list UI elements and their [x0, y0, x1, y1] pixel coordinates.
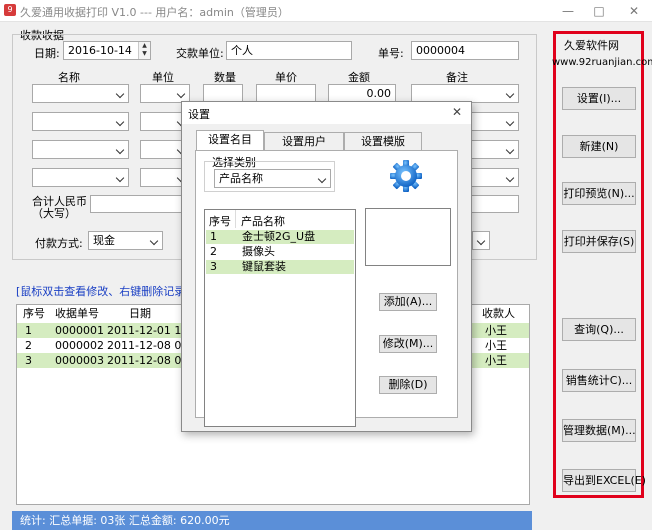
row-seq: 3	[25, 354, 32, 367]
row-payee: 小王	[485, 354, 507, 367]
brand-url: www.92ruanjian.com	[552, 57, 652, 68]
col-amount-header: 金额	[348, 71, 370, 84]
window-title: 久爱通用收据打印 V1.0 --- 用户名：admin（管理员）	[20, 6, 289, 19]
col-unit-header: 单位	[152, 71, 174, 84]
records-col-payee: 收款人	[482, 307, 515, 320]
payment-method-combo[interactable]: 现金	[88, 231, 163, 250]
item-name: 摄像头	[242, 245, 275, 258]
item-name-combo[interactable]	[32, 112, 129, 131]
tab-templates[interactable]: 设置模版	[344, 132, 422, 150]
list-col-name: 产品名称	[241, 215, 285, 228]
category-combo[interactable]: 产品名称	[214, 169, 331, 188]
print-preview-button[interactable]: 打印预览(N)...	[562, 182, 636, 205]
app-icon: 9	[4, 4, 16, 16]
col-name-header: 名称	[58, 71, 80, 84]
list-item[interactable]: 1 金士顿2G_U盘	[206, 230, 354, 244]
number-input[interactable]: 0000004	[411, 41, 519, 60]
date-label: 日期:	[34, 47, 60, 60]
item-name-combo[interactable]	[32, 140, 129, 159]
gear-icon	[390, 160, 422, 192]
minimize-button[interactable]: —	[556, 3, 580, 19]
item-name: 金士顿2G_U盘	[242, 230, 316, 243]
col-qty-header: 数量	[214, 71, 236, 84]
col-remark-header: 备注	[446, 71, 468, 84]
records-col-no: 收据单号	[55, 307, 99, 320]
number-label: 单号:	[378, 47, 404, 60]
date-spin-icon[interactable]: ▲ ▼	[138, 42, 150, 59]
preview-box	[365, 208, 451, 266]
dialog-title-bar: 设置 ✕	[182, 102, 471, 124]
tab-users[interactable]: 设置用户	[264, 132, 344, 150]
row-no: 0000003	[55, 354, 104, 367]
row-no: 0000001	[55, 324, 104, 337]
payment-label: 付款方式:	[35, 237, 83, 250]
brand-name: 久爱软件网	[564, 39, 619, 52]
row-seq: 2	[25, 339, 32, 352]
new-button[interactable]: 新建(N)	[562, 135, 636, 158]
date-value: 2016-10-14	[68, 44, 132, 57]
sales-stats-button[interactable]: 销售统计C)...	[562, 369, 636, 392]
dialog-title: 设置	[188, 108, 210, 121]
edit-button[interactable]: 修改(M)...	[379, 335, 437, 353]
row-payee: 小王	[485, 339, 507, 352]
title-bar: 9 久爱通用收据打印 V1.0 --- 用户名：admin（管理员） — □ ✕	[0, 0, 652, 22]
close-button[interactable]: ✕	[622, 3, 646, 19]
item-name-combo[interactable]	[32, 168, 129, 187]
date-picker[interactable]: 2016-10-14 ▲ ▼	[63, 41, 151, 60]
list-item[interactable]: 2 摄像头	[206, 245, 354, 259]
list-col-divider	[235, 210, 236, 228]
total-label-sub: （大写）	[32, 207, 76, 220]
list-col-seq: 序号	[209, 215, 231, 228]
unit-input[interactable]: 个人	[226, 41, 352, 60]
settings-button[interactable]: 设置(I)...	[562, 87, 636, 110]
records-hint: [鼠标双击查看修改、右键删除记录]	[16, 285, 190, 298]
list-item[interactable]: 3 键鼠套装	[206, 260, 354, 274]
status-bar: 统计: 汇总单据: 03张 汇总金额: 620.00元	[12, 511, 532, 530]
settings-dialog: 设置 ✕ 设置名目 设置用户 设置模版 选择类别 产品名称 序号 产品名称 1 …	[181, 101, 472, 432]
dialog-close-icon[interactable]: ✕	[452, 105, 462, 119]
item-seq: 2	[210, 245, 217, 258]
records-col-seq: 序号	[23, 307, 45, 320]
delete-button[interactable]: 删除(D)	[379, 376, 437, 394]
tab-categories[interactable]: 设置名目	[196, 130, 264, 151]
manage-data-button[interactable]: 管理数据(M)...	[562, 419, 636, 442]
add-button[interactable]: 添加(A)...	[379, 293, 437, 311]
records-col-date: 日期	[129, 307, 151, 320]
print-save-button[interactable]: 打印并保存(S)	[562, 230, 636, 253]
row-payee: 小王	[485, 324, 507, 337]
item-name-combo[interactable]	[32, 84, 129, 103]
export-excel-button[interactable]: 导出到EXCEL(E)	[562, 469, 646, 492]
row-no: 0000002	[55, 339, 104, 352]
button-panel: 久爱软件网 www.92ruanjian.com 设置(I)... 新建(N) …	[552, 31, 652, 498]
item-seq: 1	[210, 230, 217, 243]
maximize-button[interactable]: □	[587, 3, 611, 19]
row-seq: 1	[25, 324, 32, 337]
unit-label: 交款单位:	[176, 47, 224, 60]
col-price-header: 单价	[275, 71, 297, 84]
item-seq: 3	[210, 260, 217, 273]
partial-combo[interactable]	[472, 231, 490, 250]
item-name: 键鼠套装	[242, 260, 286, 273]
product-list[interactable]: 序号 产品名称 1 金士顿2G_U盘 2 摄像头 3 键鼠套装	[204, 209, 356, 427]
query-button[interactable]: 查询(Q)...	[562, 318, 636, 341]
